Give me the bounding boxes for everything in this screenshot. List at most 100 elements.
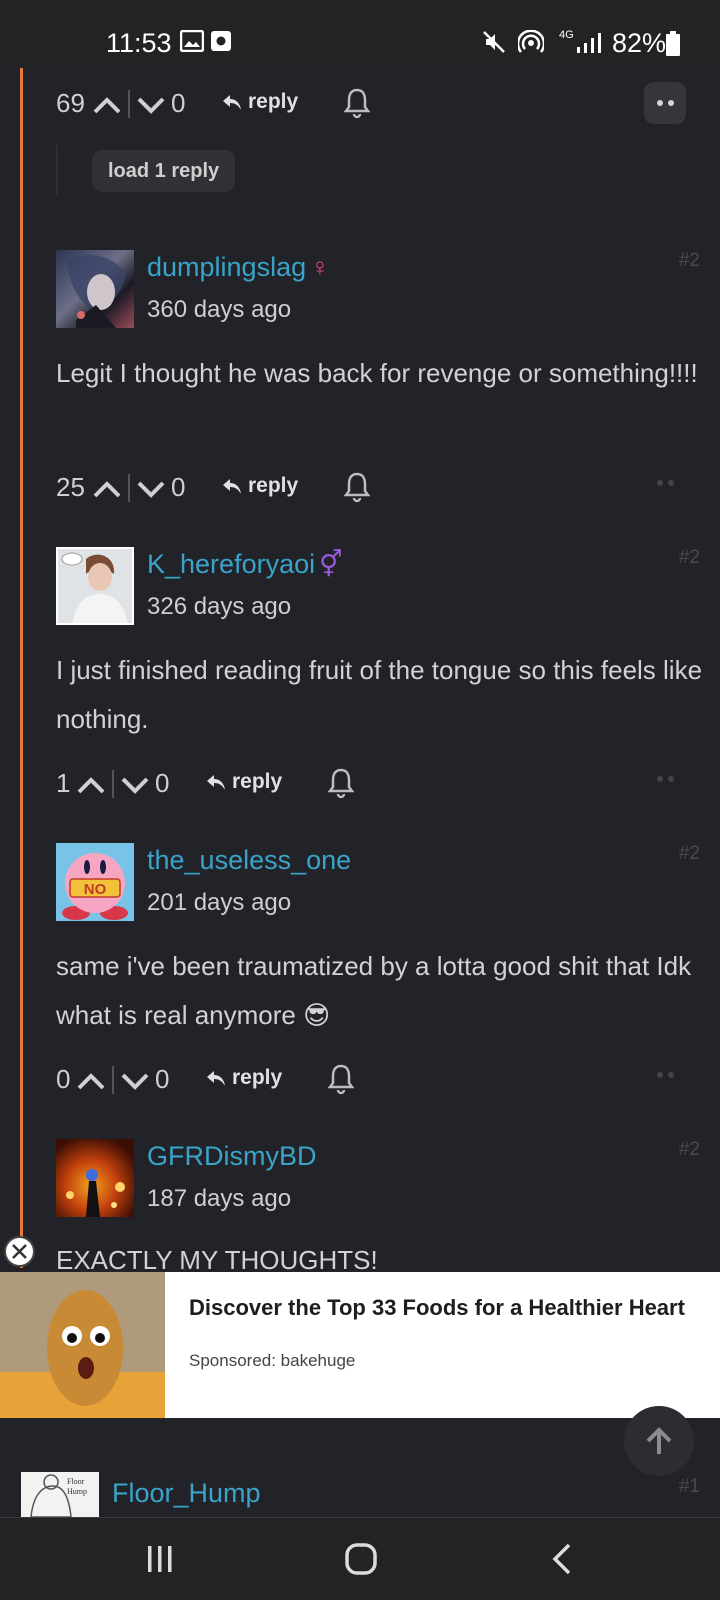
comment-actions: 1 0 reply (56, 764, 706, 808)
reply-button[interactable]: reply (206, 770, 282, 794)
vote-separator (128, 474, 130, 502)
signal-icon (577, 33, 601, 53)
hotspot-icon (518, 30, 544, 53)
load-reply-button[interactable]: load 1 reply (92, 150, 236, 192)
kirby-avatar-image: NO (56, 843, 134, 921)
username[interactable]: Floor_Hump (112, 1478, 261, 1509)
reply-button[interactable]: reply (222, 90, 298, 114)
reply-icon (207, 1071, 225, 1086)
image-icon (180, 30, 204, 52)
comment-actions: 25 0 reply (56, 468, 706, 512)
post-number[interactable]: #2 (679, 1139, 700, 1161)
downvote-icon[interactable] (136, 476, 166, 502)
more-options-button[interactable] (644, 462, 686, 504)
upvote-count: 69 (56, 88, 85, 118)
post-number[interactable]: #1 (679, 1476, 700, 1498)
downvote-count: 0 (171, 88, 186, 118)
scroll-to-top-button[interactable] (624, 1406, 694, 1476)
intersex-icon: ⚥ (319, 549, 343, 579)
system-nav-bar (0, 1517, 720, 1600)
username[interactable]: K_hereforyaoi ⚥ (147, 549, 343, 580)
avatar[interactable] (56, 250, 134, 328)
comment-time: 326 days ago (147, 593, 292, 620)
reply-icon (223, 95, 241, 110)
avatar-image: Floor Hump (21, 1472, 99, 1517)
comment-time: 187 days ago (147, 1185, 292, 1212)
username-text: K_hereforyaoi (147, 549, 316, 579)
network-type: 4G (559, 29, 574, 41)
upvote-count: 1 (56, 768, 71, 798)
downvote-count: 0 (155, 768, 170, 798)
mute-icon (483, 31, 505, 53)
home-icon[interactable] (344, 1542, 378, 1576)
post-number[interactable]: #2 (679, 843, 700, 865)
username[interactable]: GFRDismyBD (147, 1141, 317, 1172)
bell-icon[interactable] (326, 1062, 356, 1096)
ad-title[interactable]: Discover the Top 33 Foods for a Healthie… (189, 1292, 689, 1323)
female-icon: ♀ (310, 252, 330, 282)
downvote-count: 0 (171, 472, 186, 502)
upvote-icon[interactable] (92, 92, 122, 118)
upvote-icon[interactable] (92, 476, 122, 502)
upvote-icon[interactable] (76, 1068, 106, 1094)
reply-button[interactable]: reply (222, 474, 298, 498)
comment-actions: 69 0 reply (56, 82, 706, 128)
downvote-icon[interactable] (136, 92, 166, 118)
comment-text-content: same i've been traumatized by a lotta go… (56, 951, 692, 1030)
more-options-button[interactable] (644, 758, 686, 800)
avatar-image (66, 255, 126, 328)
more-options-button[interactable] (644, 82, 686, 124)
ad-sponsor: Sponsored: bakehuge (189, 1351, 356, 1370)
avatar[interactable] (56, 547, 134, 625)
vote-separator (112, 1066, 114, 1094)
username[interactable]: the_useless_one (147, 845, 351, 876)
reply-label: reply (232, 770, 283, 793)
post-number[interactable]: #2 (679, 547, 700, 569)
bell-icon[interactable] (326, 766, 356, 800)
reply-label: reply (248, 474, 299, 497)
reply-icon (223, 479, 241, 494)
svg-text:Floor: Floor (67, 1477, 85, 1486)
bell-icon[interactable] (342, 86, 372, 120)
vote-separator (128, 90, 130, 118)
comment-text: Legit I thought he was back for revenge … (56, 358, 698, 388)
load-reply-container: load 1 reply (56, 145, 256, 195)
comment-time: 201 days ago (147, 889, 292, 916)
bell-icon[interactable] (342, 470, 372, 504)
more-options-button[interactable] (644, 1054, 686, 1096)
thread-indent-bar (20, 68, 23, 1268)
arrow-up-icon (646, 1427, 672, 1454)
back-icon[interactable] (550, 1542, 574, 1576)
reply-label: reply (248, 90, 299, 113)
comment-text: I just finished reading fruit of the ton… (56, 655, 703, 734)
avatar[interactable]: Floor Hump (21, 1472, 99, 1517)
ad-close-button[interactable] (4, 1236, 35, 1267)
comment-time: 360 days ago (147, 296, 292, 323)
avatar-image (66, 1169, 125, 1217)
downvote-icon[interactable] (120, 772, 150, 798)
upvote-icon[interactable] (76, 772, 106, 798)
username-text: dumplingslag (147, 252, 307, 282)
potato-ad-image (0, 1272, 165, 1418)
svg-text:NO: NO (84, 881, 107, 898)
svg-text:Hump: Hump (67, 1487, 87, 1496)
vote-separator (112, 770, 114, 798)
sponsored-ad[interactable]: Discover the Top 33 Foods for a Healthie… (0, 1272, 720, 1418)
upvote-count: 0 (56, 1064, 71, 1094)
downvote-count: 0 (155, 1064, 170, 1094)
username[interactable]: dumplingslag ♀ (147, 252, 330, 283)
reply-icon (207, 775, 225, 790)
post-number[interactable]: #2 (679, 250, 700, 272)
upvote-count: 25 (56, 472, 85, 502)
screen-record-icon (211, 31, 231, 51)
avatar[interactable]: NO (56, 843, 134, 921)
status-time: 11:53 (106, 28, 172, 58)
avatar[interactable] (56, 1139, 134, 1217)
comment-actions: 0 0 reply (56, 1060, 706, 1104)
reply-button[interactable]: reply (206, 1066, 282, 1090)
recent-apps-icon[interactable] (146, 1544, 174, 1574)
status-bar: 11:53 4G 82% (0, 0, 720, 68)
reply-label: reply (232, 1066, 283, 1089)
sunglasses-emoji: 😎 (303, 1000, 331, 1030)
downvote-icon[interactable] (120, 1068, 150, 1094)
